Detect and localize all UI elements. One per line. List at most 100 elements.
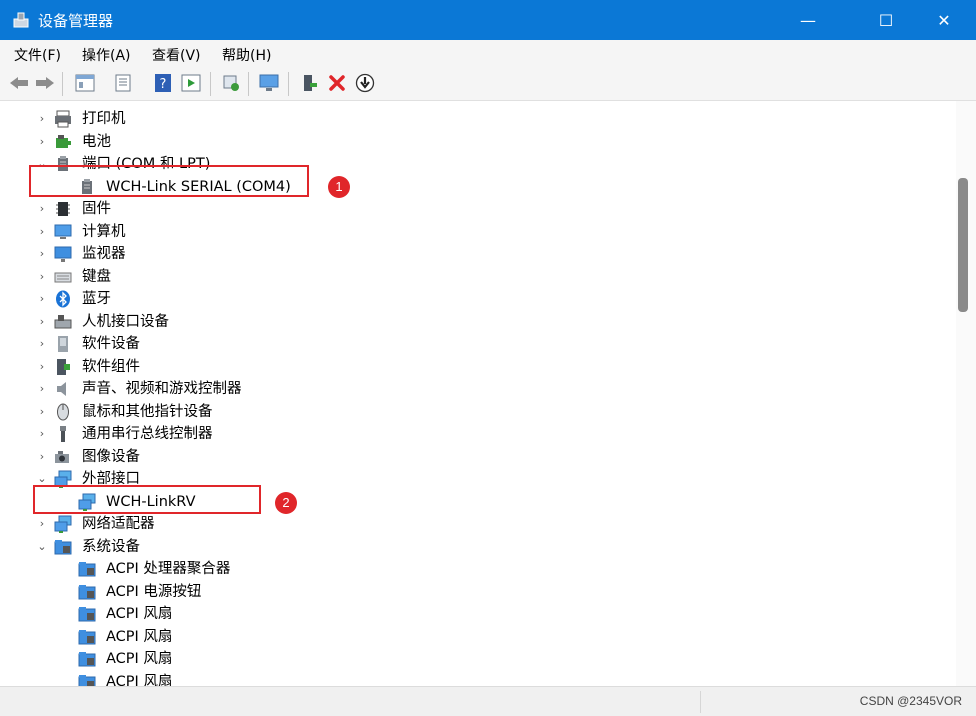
- tree-item[interactable]: › 鼠标和其他指针设备: [4, 401, 944, 423]
- uninstall-icon[interactable]: [326, 72, 348, 94]
- expand-chevron-icon[interactable]: ›: [36, 288, 48, 310]
- tree-item[interactable]: › 计算机: [4, 221, 944, 243]
- refresh-icon[interactable]: [112, 72, 134, 94]
- tree-item[interactable]: › 声音、视频和游戏控制器: [4, 378, 944, 400]
- tree-item-label: 键盘: [82, 268, 111, 285]
- speaker-icon: [54, 378, 72, 400]
- collapse-chevron-icon[interactable]: ⌄: [36, 536, 48, 558]
- properties-icon[interactable]: [74, 72, 96, 94]
- tree-item[interactable]: ACPI 风扇: [4, 603, 944, 625]
- tree-item[interactable]: › 蓝牙: [4, 288, 944, 310]
- annotation-badge-1: 1: [328, 176, 350, 198]
- tree-item-label: 通用串行总线控制器: [82, 426, 213, 442]
- title-bar: 设备管理器 — ☐ ✕: [0, 0, 976, 40]
- tree-item[interactable]: ACPI 风扇: [4, 671, 944, 687]
- tree-item-label: 蓝牙: [82, 291, 111, 307]
- expand-chevron-icon[interactable]: ›: [36, 401, 48, 423]
- scrollbar-thumb[interactable]: [958, 178, 968, 312]
- tree-item-label: 软件设备: [82, 336, 140, 352]
- toolbar-separator: [248, 72, 249, 96]
- system-folder-icon: [78, 581, 96, 603]
- tree-item[interactable]: › 软件组件: [4, 356, 944, 378]
- expand-chevron-icon[interactable]: ›: [36, 266, 48, 288]
- tree-item[interactable]: › 电池: [4, 131, 944, 153]
- monitor-icon[interactable]: [258, 72, 280, 94]
- add-driver-icon[interactable]: [298, 72, 320, 94]
- tree-item[interactable]: ACPI 电源按钮: [4, 581, 944, 603]
- software-device-icon: [54, 333, 72, 355]
- menu-help[interactable]: 帮助(H): [222, 45, 271, 65]
- close-button[interactable]: ✕: [920, 0, 968, 40]
- tree-item-label: 网络适配器: [82, 516, 155, 532]
- expand-chevron-icon[interactable]: ›: [36, 378, 48, 400]
- menu-file[interactable]: 文件(F): [14, 45, 61, 65]
- tree-item-label: 图像设备: [82, 448, 140, 465]
- tree-item[interactable]: › 键盘: [4, 266, 944, 288]
- system-folder-icon: [78, 558, 96, 580]
- expand-chevron-icon[interactable]: ›: [36, 333, 48, 355]
- watermark-text: CSDN @2345VOR: [859, 694, 962, 708]
- annotation-badge-2: 2: [275, 492, 297, 514]
- tree-item[interactable]: › 网络适配器: [4, 513, 944, 535]
- expand-chevron-icon[interactable]: ›: [36, 513, 48, 535]
- back-icon[interactable]: [8, 72, 30, 94]
- tree-item-label: 计算机: [82, 223, 126, 240]
- expand-chevron-icon[interactable]: ›: [36, 423, 48, 445]
- download-icon[interactable]: [354, 72, 376, 94]
- expand-chevron-icon[interactable]: ›: [36, 356, 48, 378]
- tree-item-label: 电池: [82, 133, 111, 150]
- hid-icon: [54, 311, 72, 333]
- forward-icon[interactable]: [34, 72, 56, 94]
- tree-item[interactable]: › 软件设备: [4, 333, 944, 355]
- system-folder-icon: [78, 648, 96, 670]
- expand-chevron-icon[interactable]: ›: [36, 198, 48, 220]
- tree-item[interactable]: ACPI 处理器聚合器: [4, 558, 944, 580]
- expand-chevron-icon[interactable]: ›: [36, 311, 48, 333]
- tree-item[interactable]: ACPI 风扇: [4, 648, 944, 670]
- tree-item-label: ACPI 风扇: [106, 606, 173, 622]
- toolbar-separator: [62, 72, 63, 96]
- toolbar-separator: [288, 72, 289, 96]
- tree-item[interactable]: › 人机接口设备: [4, 311, 944, 333]
- status-bar: CSDN @2345VOR: [0, 686, 976, 716]
- tree-item-label: ACPI 电源按钮: [106, 583, 202, 600]
- tree-item-label: 固件: [82, 201, 111, 217]
- highlight-box-serial: [29, 165, 309, 197]
- tree-item[interactable]: ACPI 风扇: [4, 626, 944, 648]
- battery-icon: [54, 131, 72, 153]
- menu-action[interactable]: 操作(A): [82, 45, 131, 65]
- usb-icon: [54, 423, 72, 445]
- system-folder-icon: [78, 626, 96, 648]
- tree-item[interactable]: › 图像设备: [4, 446, 944, 468]
- expand-chevron-icon[interactable]: ›: [36, 243, 48, 265]
- tree-item[interactable]: › 通用串行总线控制器: [4, 423, 944, 445]
- tree-item[interactable]: › 监视器: [4, 243, 944, 265]
- firmware-icon: [54, 198, 72, 220]
- expand-chevron-icon[interactable]: ›: [36, 108, 48, 130]
- tree-item[interactable]: ⌄ 系统设备: [4, 536, 944, 558]
- menu-bar: 文件(F) 操作(A) 查看(V) 帮助(H): [0, 40, 976, 68]
- svg-text:?: ?: [160, 77, 167, 92]
- help-icon[interactable]: ?: [152, 72, 174, 94]
- toolbar: ?: [0, 68, 976, 101]
- tree-item-label: 人机接口设备: [82, 313, 169, 330]
- scan-hardware-icon[interactable]: [220, 72, 242, 94]
- minimize-button[interactable]: —: [784, 0, 832, 40]
- monitor-icon: [54, 243, 72, 265]
- menu-view[interactable]: 查看(V): [152, 45, 201, 65]
- camera-icon: [54, 446, 72, 468]
- expand-chevron-icon[interactable]: ›: [36, 221, 48, 243]
- printer-icon: [54, 108, 72, 130]
- maximize-button[interactable]: ☐: [862, 0, 910, 40]
- tree-item-label: ACPI 风扇: [106, 673, 173, 687]
- tree-item-label: 系统设备: [82, 538, 140, 555]
- tree-item[interactable]: › 打印机: [4, 108, 944, 130]
- mouse-icon: [54, 401, 72, 423]
- system-folder-icon: [78, 671, 96, 686]
- expand-chevron-icon[interactable]: ›: [36, 446, 48, 468]
- tree-item[interactable]: › 固件: [4, 198, 944, 220]
- computer-icon: [54, 221, 72, 243]
- expand-chevron-icon[interactable]: ›: [36, 131, 48, 153]
- play-icon[interactable]: [180, 72, 202, 94]
- window-title: 设备管理器: [38, 12, 114, 30]
